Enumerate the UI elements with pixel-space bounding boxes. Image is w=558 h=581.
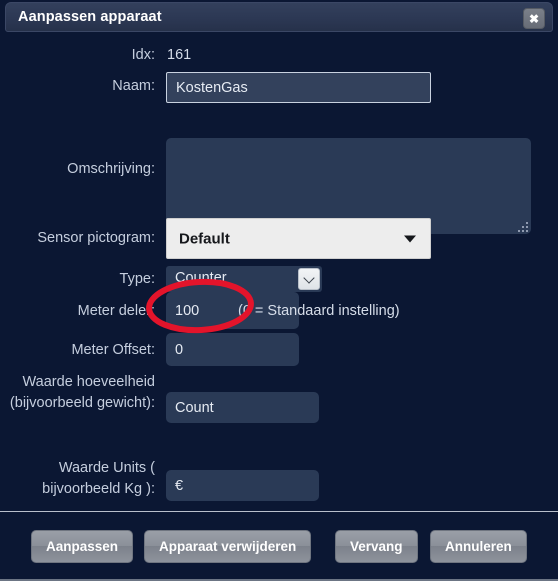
type-select[interactable]: Counter: [166, 266, 322, 292]
replace-button[interactable]: Vervang: [335, 530, 418, 563]
delete-device-button[interactable]: Apparaat verwijderen: [144, 530, 312, 563]
meter-deler-hint: (0 = Standaard instelling): [238, 303, 400, 319]
label-waarde-units: Waarde Units ( bijvoorbeeld Kg ):: [42, 460, 155, 497]
label-naam: Naam:: [112, 78, 155, 94]
close-icon: ✖: [528, 11, 540, 26]
label-type: Type:: [119, 271, 155, 287]
meter-offset-input[interactable]: [166, 333, 299, 366]
naam-input[interactable]: [166, 72, 431, 103]
chevron-down-icon: [404, 235, 416, 242]
label-omschrijving: Omschrijving:: [67, 161, 155, 177]
waarde-units-input[interactable]: [166, 470, 319, 501]
label-waarde-hoeveelheid: Waarde hoeveelheid (bijvoorbeeld gewicht…: [9, 374, 155, 411]
label-sensor-pictogram: Sensor pictogram:: [37, 230, 155, 246]
save-button[interactable]: Aanpassen: [31, 530, 134, 563]
label-meter-offset: Meter Offset:: [71, 342, 155, 358]
sensor-pictogram-value: Default: [179, 230, 230, 247]
dialog-title: Aanpassen apparaat: [18, 9, 162, 25]
device-form: Idx: 161 Naam: Omschrijving: Sensor pict…: [0, 34, 558, 511]
dialog-titlebar: Aanpassen apparaat ✖: [5, 2, 553, 32]
close-button[interactable]: ✖: [523, 8, 545, 29]
edit-device-dialog: Aanpassen apparaat ✖ Idx: 161 Naam: Omsc…: [0, 0, 558, 581]
label-meter-deler: Meter deler:: [77, 303, 155, 319]
type-value: Counter: [175, 270, 227, 286]
cancel-button[interactable]: Annuleren: [430, 530, 527, 563]
label-idx: Idx:: [131, 47, 155, 63]
dialog-footer: Aanpassen Apparaat verwijderen Vervang A…: [0, 511, 558, 579]
value-idx: 161: [167, 47, 192, 63]
waarde-hoeveelheid-input[interactable]: [166, 392, 319, 423]
chevron-down-icon[interactable]: [298, 268, 320, 290]
sensor-pictogram-select[interactable]: Default: [166, 218, 431, 259]
